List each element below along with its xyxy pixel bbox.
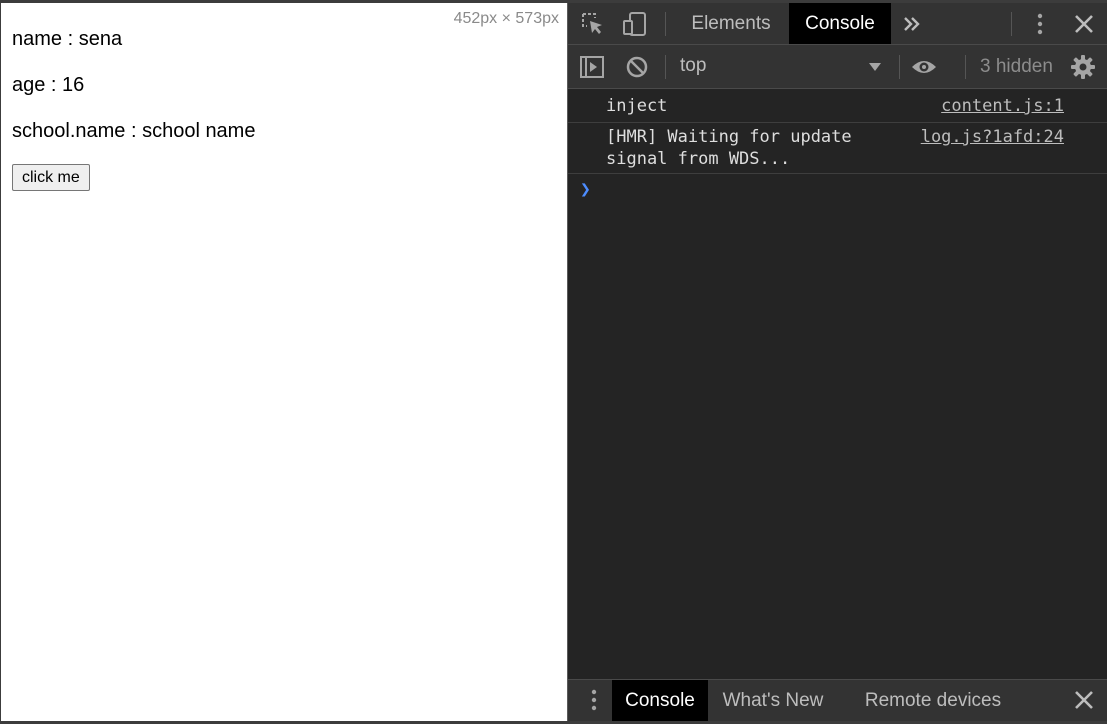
console-message-source-link[interactable]: log.js?1afd:24 bbox=[921, 126, 1064, 148]
hidden-messages-count[interactable]: 3 hidden bbox=[980, 56, 1053, 78]
eye-icon[interactable] bbox=[911, 54, 937, 80]
console-prompt-icon[interactable]: ❯ bbox=[580, 179, 591, 200]
console-message: [HMR] Waiting for update signal from WDS… bbox=[568, 123, 1107, 174]
toolbar-separator-3 bbox=[965, 55, 966, 79]
toolbar-separator-2 bbox=[899, 55, 900, 79]
age-line: age : 16 bbox=[12, 74, 85, 96]
console-message-text: inject bbox=[606, 96, 668, 116]
context-selector[interactable]: top bbox=[680, 55, 706, 77]
drawer-tab-remote-devices[interactable]: Remote devices bbox=[858, 680, 1008, 721]
drawer-tab-console[interactable]: Console bbox=[612, 680, 708, 721]
drawer-menu-icon[interactable] bbox=[581, 687, 607, 713]
tab-console[interactable]: Console bbox=[789, 3, 891, 44]
console-message: inject content.js:1 bbox=[568, 89, 1107, 123]
console-toolbar: top 3 hidden bbox=[568, 45, 1107, 89]
drawer-tab-whats-new[interactable]: What's New bbox=[716, 680, 830, 721]
dropdown-arrow-icon[interactable] bbox=[862, 54, 888, 80]
clear-console-icon[interactable] bbox=[624, 54, 650, 80]
console-message-source-link[interactable]: content.js:1 bbox=[941, 95, 1064, 117]
gear-icon[interactable] bbox=[1070, 54, 1096, 80]
viewport-size-label: 452px × 573px bbox=[453, 10, 559, 27]
inspect-element-icon[interactable] bbox=[580, 11, 606, 37]
chevron-double-right-icon[interactable] bbox=[899, 11, 925, 37]
name-line: name : sena bbox=[12, 28, 123, 50]
tab-elements[interactable]: Elements bbox=[679, 3, 783, 44]
toolbar-separator bbox=[665, 55, 666, 79]
devtools-panel: Elements Console top 3 hidden inject con… bbox=[567, 3, 1107, 721]
browser-window: 452px × 573px name : sena age : 16 schoo… bbox=[0, 0, 1107, 724]
drawer-close-icon[interactable] bbox=[1071, 687, 1097, 713]
tabbar-separator-right bbox=[1011, 12, 1012, 36]
school-name-line: school.name : school name bbox=[12, 120, 256, 142]
page-viewport: 452px × 573px name : sena age : 16 schoo… bbox=[1, 3, 567, 721]
tabbar-separator bbox=[665, 12, 666, 36]
console-message-text: [HMR] Waiting for update signal from WDS… bbox=[606, 127, 852, 169]
devtools-tabbar: Elements Console bbox=[568, 3, 1107, 45]
close-icon[interactable] bbox=[1071, 11, 1097, 37]
show-sidebar-icon[interactable] bbox=[579, 54, 605, 80]
device-toolbar-icon[interactable] bbox=[622, 11, 648, 37]
click-me-button[interactable]: click me bbox=[12, 164, 90, 191]
kebab-menu-icon[interactable] bbox=[1027, 11, 1053, 37]
drawer-tabbar: Console What's New Remote devices bbox=[568, 679, 1107, 721]
